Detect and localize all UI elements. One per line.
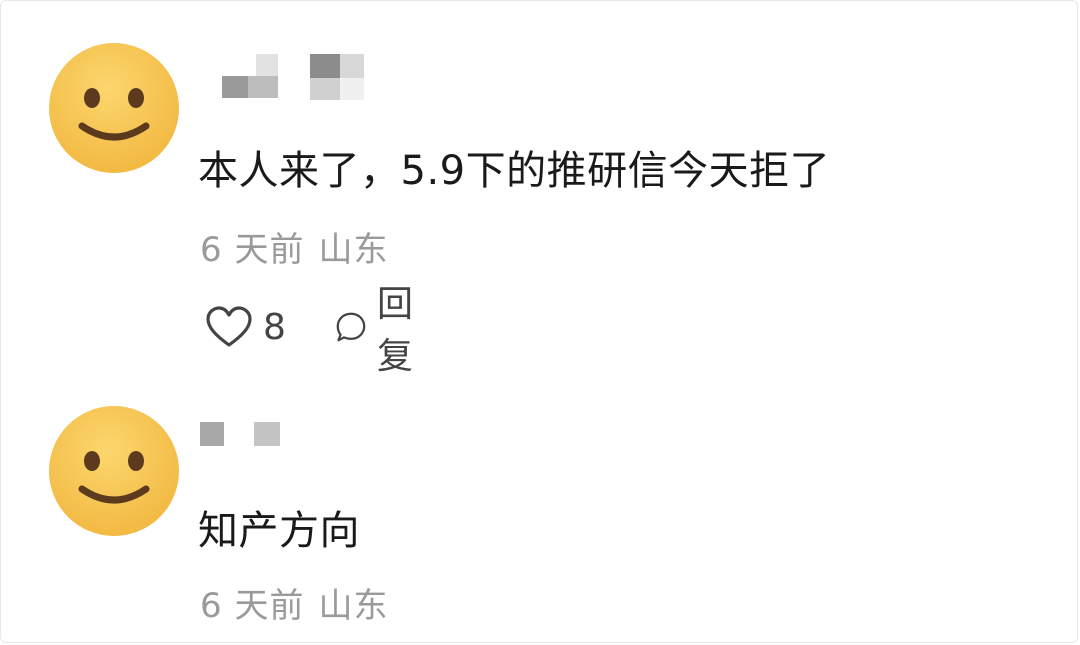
reply-button[interactable]: 回复	[335, 284, 427, 377]
comment-item: 知产方向 6 天前 山东	[0, 390, 1080, 645]
avatar[interactable]	[48, 42, 180, 174]
smiley-face-icon	[49, 406, 179, 536]
comment-time: 6 天前	[200, 230, 305, 270]
comment-meta: 6 天前 山东	[200, 222, 388, 271]
like-button[interactable]: 8	[205, 302, 286, 352]
speech-bubble-icon	[336, 312, 366, 342]
reply-label: 回复	[376, 284, 413, 377]
username-pixelated[interactable]	[200, 48, 370, 104]
smiley-face-icon	[49, 43, 179, 173]
comment-meta: 6 天前 山东	[200, 578, 388, 627]
comment-time: 6 天前	[200, 586, 305, 626]
comment-text: 本人来了，5.9下的推研信今天拒了	[198, 148, 831, 194]
comment-text: 知产方向	[198, 508, 360, 554]
comment-location: 山东	[318, 586, 389, 626]
username-pixelated[interactable]	[200, 418, 290, 474]
like-count: 8	[263, 306, 286, 348]
comment-item: 本人来了，5.9下的推研信今天拒了 6 天前 山东 8 回复	[0, 0, 1080, 390]
heart-outline-icon	[206, 306, 252, 347]
avatar[interactable]	[48, 405, 180, 537]
comment-location: 山东	[318, 230, 389, 270]
